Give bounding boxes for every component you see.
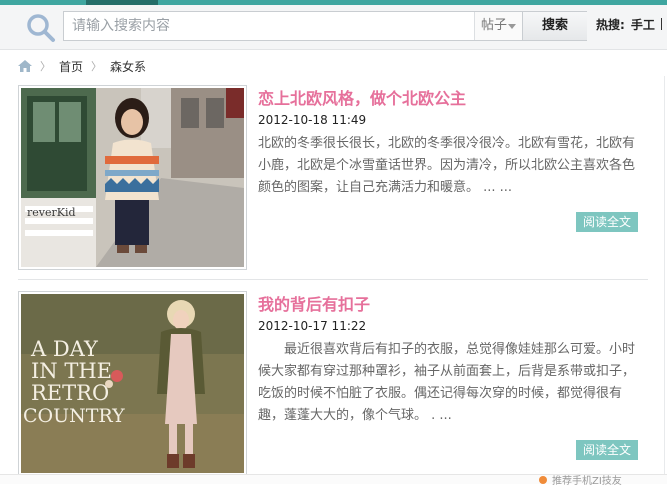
search-icon	[27, 14, 55, 42]
search-scope-label: 帖子	[481, 18, 508, 33]
post-thumbnail[interactable]: A DAY IN THE RETRO COUNTRY	[18, 291, 247, 476]
hot-search-keyword[interactable]: 手工	[631, 18, 655, 32]
search-button[interactable]: 搜索	[522, 12, 587, 40]
image-overlay-line-3: RETRO	[31, 381, 109, 405]
read-more-button[interactable]: 阅读全文	[576, 440, 638, 460]
search-scope-dropdown[interactable]: 帖子	[474, 12, 522, 40]
search-input[interactable]	[64, 12, 480, 40]
image-overlay-line-2: IN THE	[31, 359, 112, 383]
chevron-down-icon	[508, 24, 516, 29]
breadcrumb: 〉 首页 〉 森女系	[18, 56, 146, 76]
breadcrumb-home-link[interactable]: 首页	[59, 58, 83, 75]
post-date: 2012-10-17 11:22	[258, 319, 367, 333]
post-excerpt: 最近很喜欢背后有扣子的衣服，总觉得像娃娃那么可爱。小时候大家都有穿过那种罩衫，袖…	[258, 342, 636, 423]
post-image-retro-country: A DAY IN THE RETRO COUNTRY	[21, 294, 244, 473]
read-more-button[interactable]: 阅读全文	[576, 212, 638, 232]
search-bar: 帖子 搜索 热搜: 手工	[0, 5, 667, 50]
post-image-street-girl: reverKid	[21, 88, 244, 267]
post-divider	[18, 279, 648, 280]
chevron-right-icon: 〉	[91, 60, 103, 73]
post-title[interactable]: 我的背后有扣子	[258, 291, 370, 315]
footer-promo-text[interactable]: 推荐手机ZI技友	[552, 472, 622, 487]
hot-search-separator	[660, 18, 662, 30]
post-excerpt: 北欧的冬季很长很长，北欧的冬季很冷很冷。北欧有雪花，北欧有小鹿，北欧是个冰雪童话…	[258, 136, 636, 195]
breadcrumb-current: 森女系	[110, 59, 147, 74]
image-overlay-line-4: COUNTRY	[23, 405, 125, 427]
hot-search-label: 热搜:	[596, 18, 625, 32]
search-box: 帖子 搜索	[63, 11, 587, 41]
content-border	[664, 76, 665, 483]
image-sign-text: reverKid	[27, 206, 76, 219]
chevron-right-icon: 〉	[40, 60, 51, 73]
home-icon[interactable]	[18, 60, 32, 72]
image-overlay-line-1: A DAY	[30, 337, 99, 361]
post-date: 2012-10-18 11:49	[258, 113, 367, 127]
post-title[interactable]: 恋上北欧风格，做个北欧公主	[258, 85, 466, 109]
hot-search: 热搜: 手工	[596, 16, 662, 33]
post-thumbnail[interactable]: reverKid	[18, 85, 247, 270]
